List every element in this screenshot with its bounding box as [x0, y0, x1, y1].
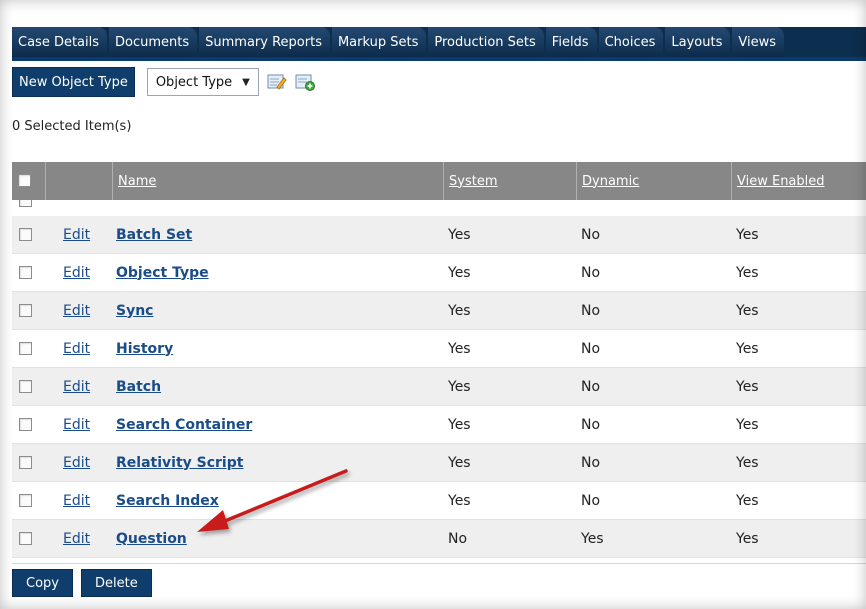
- annotation-arrow: [197, 469, 348, 532]
